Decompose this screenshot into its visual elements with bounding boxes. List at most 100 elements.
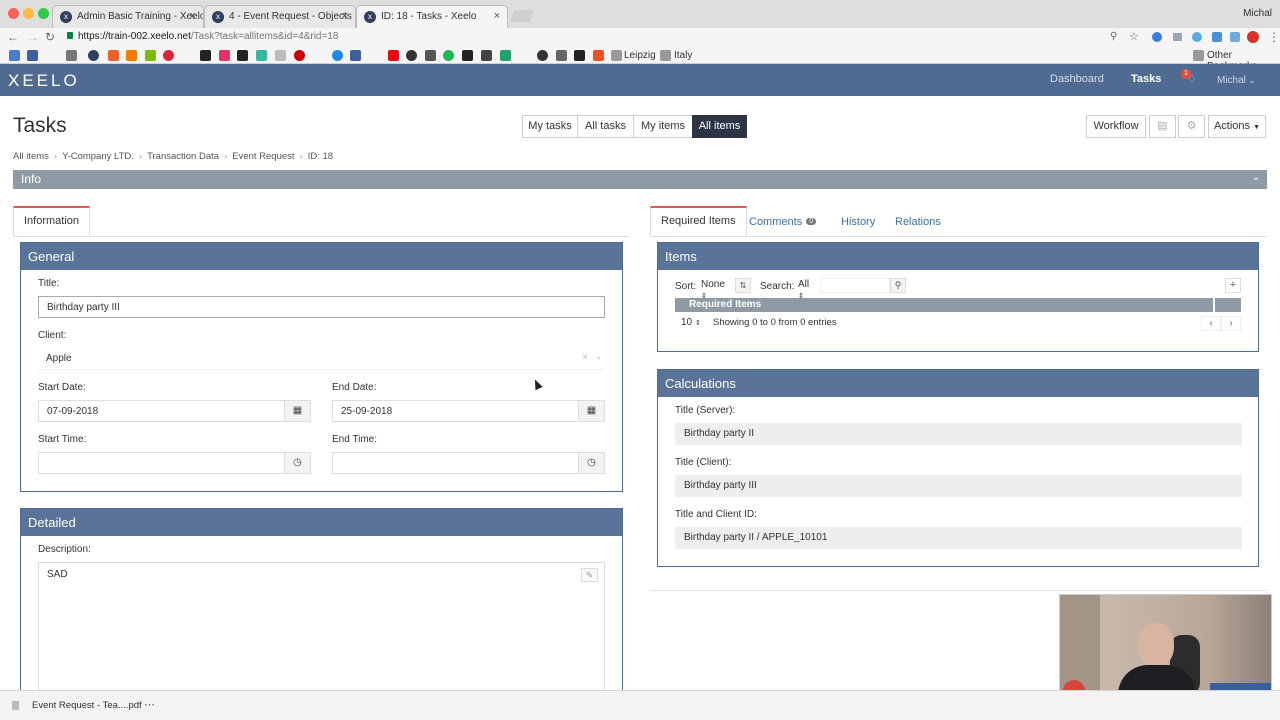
close-window-button[interactable]: [8, 8, 19, 19]
breadcrumb-item[interactable]: All items: [13, 151, 49, 162]
minimize-window-button[interactable]: [23, 8, 34, 19]
filter-my-tasks[interactable]: My tasks: [522, 115, 578, 138]
bookmark-icon[interactable]: [332, 50, 343, 61]
tab-comments[interactable]: Comments 0: [749, 216, 817, 228]
search-button[interactable]: ⚲: [890, 278, 906, 293]
filter-all-tasks[interactable]: All tasks: [577, 115, 634, 138]
start-time-input[interactable]: [38, 452, 286, 474]
close-tab-icon[interactable]: ×: [190, 10, 196, 22]
folder-icon[interactable]: [611, 50, 622, 61]
bookmark-icon[interactable]: [163, 50, 174, 61]
tab-information[interactable]: Information: [13, 206, 91, 236]
start-date-calendar-button[interactable]: ▦: [284, 400, 311, 422]
folder-icon[interactable]: [660, 50, 671, 61]
browser-tab-tasks[interactable]: x ID: 18 - Tasks - Xeelo ×: [356, 5, 508, 28]
maximize-window-button[interactable]: [38, 8, 49, 19]
bookmark-icon[interactable]: [256, 50, 267, 61]
extension-icon[interactable]: [1212, 32, 1222, 42]
nav-dashboard[interactable]: Dashboard: [1050, 73, 1104, 85]
bookmark-icon[interactable]: [145, 50, 156, 61]
adblock-icon[interactable]: [1247, 31, 1259, 43]
browser-profile-name[interactable]: Michal: [1243, 8, 1272, 19]
description-textarea[interactable]: SAD ✎: [38, 562, 605, 692]
bookmark-icon[interactable]: [350, 50, 361, 61]
forward-arrow-icon[interactable]: →: [27, 30, 39, 44]
extension-icon[interactable]: [1173, 33, 1182, 41]
folder-icon[interactable]: [1193, 50, 1204, 61]
sort-select[interactable]: None ⇕: [698, 278, 734, 300]
end-time-input[interactable]: [332, 452, 580, 474]
extension-icon[interactable]: [1152, 32, 1162, 42]
tab-required-items[interactable]: Required Items: [650, 206, 747, 236]
bookmark-icon[interactable]: [443, 50, 454, 61]
filter-my-items[interactable]: My items: [633, 115, 693, 138]
bookmark-icon[interactable]: [126, 50, 137, 61]
bookmark-icon[interactable]: [275, 50, 286, 61]
bookmark-star-icon[interactable]: ☆: [1129, 30, 1139, 43]
info-section-toggle[interactable]: Info ⌄: [13, 170, 1267, 189]
next-page-button[interactable]: ›: [1221, 316, 1241, 331]
browser-tab-objects[interactable]: x 4 - Event Request - Objects - ×: [204, 5, 356, 28]
bookmark-icon[interactable]: [108, 50, 119, 61]
end-date-input[interactable]: 25-09-2018: [332, 400, 580, 422]
search-scope-select[interactable]: All ⇕: [795, 278, 819, 300]
add-item-button[interactable]: +: [1225, 278, 1241, 293]
bookmark-icon[interactable]: [574, 50, 585, 61]
sort-direction-button[interactable]: ⇅: [735, 278, 751, 293]
breadcrumb-item[interactable]: Event Request: [232, 151, 294, 162]
new-tab-button[interactable]: [509, 10, 535, 22]
bookmark-icon[interactable]: [500, 50, 511, 61]
breadcrumb-item[interactable]: Y-Company LTD.: [62, 151, 134, 162]
prev-page-button[interactable]: ‹: [1201, 316, 1221, 331]
end-date-calendar-button[interactable]: ▦: [578, 400, 605, 422]
end-time-clock-button[interactable]: ◷: [578, 452, 605, 474]
bookmark-icon[interactable]: [537, 50, 548, 61]
breadcrumb-item[interactable]: Transaction Data: [147, 151, 219, 162]
title-input[interactable]: Birthday party III: [38, 296, 605, 318]
bookmark-icon[interactable]: [200, 50, 211, 61]
start-time-clock-button[interactable]: ◷: [284, 452, 311, 474]
key-icon[interactable]: ⚲: [1110, 31, 1117, 42]
bookmark-icon[interactable]: [462, 50, 473, 61]
bookmark-icon[interactable]: [219, 50, 230, 61]
reload-icon[interactable]: ↻: [45, 30, 55, 44]
download-options-icon[interactable]: ⋯: [144, 698, 155, 711]
edit-icon[interactable]: ✎: [581, 568, 598, 582]
bookmark-leipzig[interactable]: Leipzig: [624, 50, 656, 61]
xeelo-logo[interactable]: XEELO: [8, 71, 80, 91]
back-arrow-icon[interactable]: ←: [7, 30, 19, 44]
bookmark-icon[interactable]: [593, 50, 604, 61]
close-tab-icon[interactable]: ×: [342, 10, 348, 22]
apps-icon[interactable]: [9, 50, 20, 61]
user-menu[interactable]: Michal ⌄: [1217, 75, 1255, 86]
bookmark-icon[interactable]: [88, 50, 99, 61]
bookmark-icon[interactable]: [556, 50, 567, 61]
bookmark-icon[interactable]: [294, 50, 305, 61]
bookmark-icon[interactable]: [406, 50, 417, 61]
bookmark-icon[interactable]: [237, 50, 248, 61]
search-input[interactable]: [820, 278, 890, 293]
start-date-input[interactable]: 07-09-2018: [38, 400, 286, 422]
tab-relations[interactable]: Relations: [895, 216, 941, 228]
bookmark-icon[interactable]: [481, 50, 492, 61]
bookmark-icon[interactable]: [27, 50, 38, 61]
bookmark-icon[interactable]: [425, 50, 436, 61]
browser-tab-training[interactable]: x Admin Basic Training - Xeelo K ×: [52, 5, 204, 28]
client-select[interactable]: Apple × ⌄: [38, 348, 605, 370]
folder-icon[interactable]: [66, 50, 77, 61]
browser-menu-icon[interactable]: ⋮: [1268, 30, 1280, 44]
filter-all-items[interactable]: All items: [692, 115, 747, 138]
page-size-select[interactable]: 10 ⇕: [677, 316, 707, 331]
settings-button[interactable]: ⚙: [1178, 115, 1205, 138]
nav-tasks[interactable]: Tasks: [1131, 73, 1161, 85]
tab-history[interactable]: History: [841, 216, 875, 228]
bookmark-icon[interactable]: [388, 50, 399, 61]
url-input[interactable]: https://train-002.xeelo.net/Task?task=al…: [78, 31, 338, 42]
actions-button[interactable]: Actions ▼: [1208, 115, 1266, 138]
close-tab-icon[interactable]: ×: [494, 10, 500, 22]
workflow-button[interactable]: Workflow: [1086, 115, 1146, 138]
clear-icon[interactable]: ×: [582, 352, 588, 363]
extension-icon[interactable]: [1230, 32, 1240, 42]
extension-icon[interactable]: [1192, 32, 1202, 42]
save-button[interactable]: ▤: [1149, 115, 1176, 138]
